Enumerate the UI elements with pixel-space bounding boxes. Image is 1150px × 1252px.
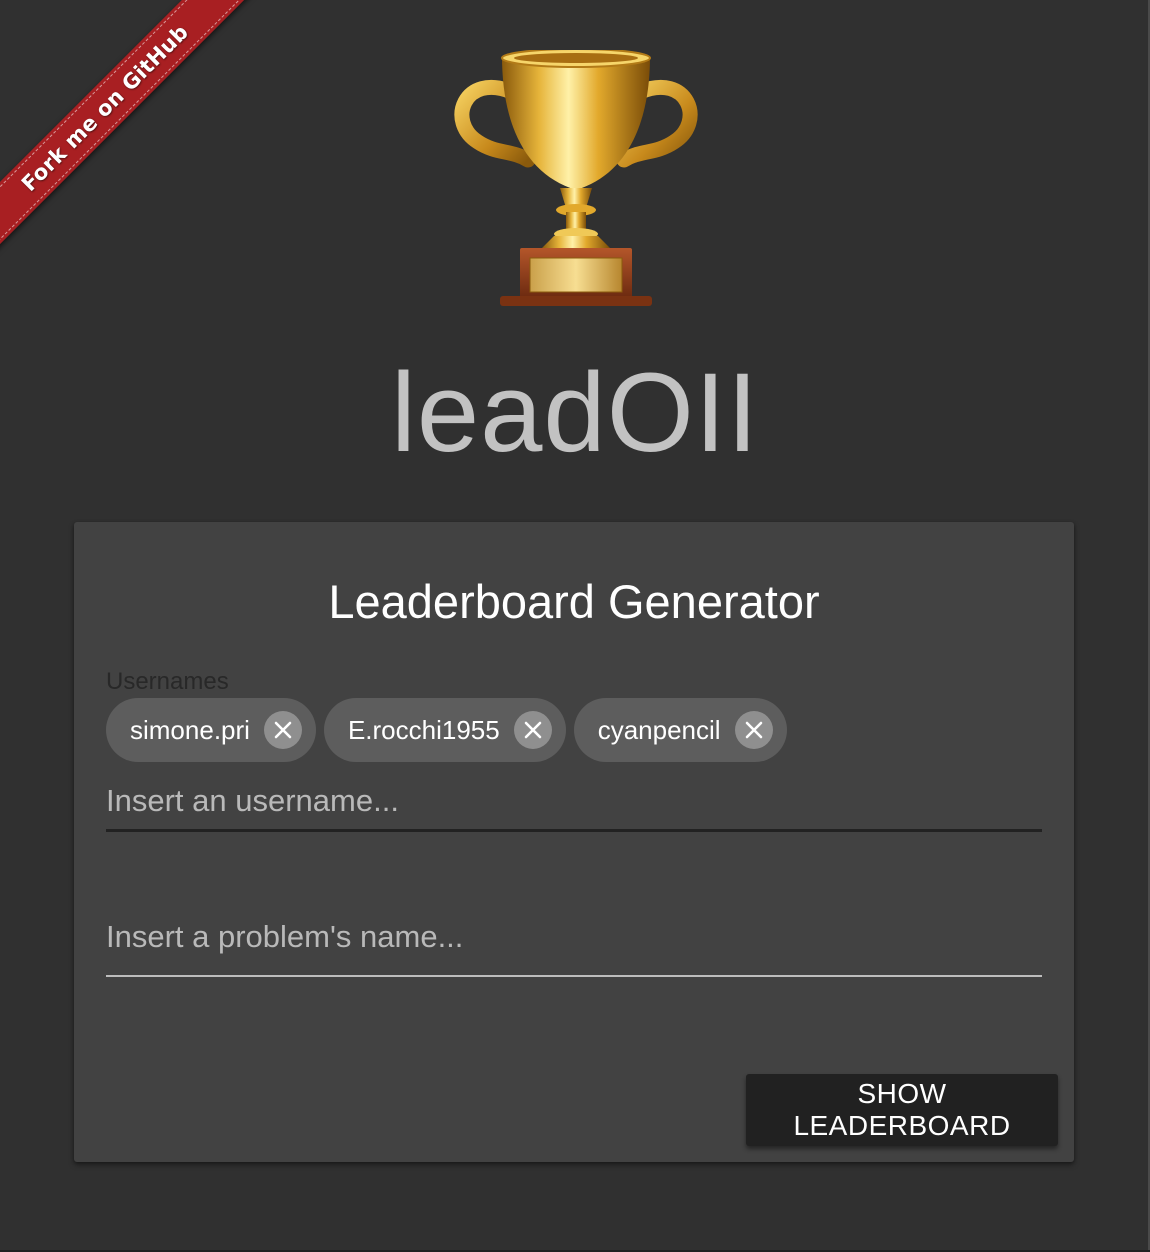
close-icon[interactable] [263, 711, 302, 749]
username-input[interactable] [106, 779, 1042, 823]
username-input-underline [106, 829, 1042, 832]
username-chips: simone.pri E.rocchi1955 cyanpencil [106, 698, 787, 762]
fork-on-github-ribbon[interactable]: Fork me on GitHub [0, 0, 262, 265]
username-chip[interactable]: E.rocchi1955 [323, 698, 566, 762]
chip-label: cyanpencil [597, 715, 721, 745]
usernames-label: Usernames [106, 668, 229, 695]
leaderboard-generator-card: Leaderboard Generator Usernames simone.p… [74, 522, 1074, 1162]
chip-label: E.rocchi1955 [347, 715, 500, 745]
chip-label: simone.pri [130, 715, 250, 745]
app-title: leadOII [390, 350, 760, 475]
card-title: Leaderboard Generator [328, 575, 820, 628]
problem-name-input[interactable] [106, 915, 1042, 959]
trophy-icon [454, 50, 698, 306]
close-icon[interactable] [513, 711, 552, 749]
show-leaderboard-button[interactable]: SHOW LEADERBOARD [746, 1074, 1058, 1146]
github-ribbon-wrapper: Fork me on GitHub [0, 0, 300, 300]
username-chip[interactable]: cyanpencil [573, 698, 787, 762]
ribbon-label: Fork me on GitHub [16, 19, 194, 197]
problem-input-underline [106, 975, 1042, 977]
page: Fork me on GitHub leadOII Leaderboard Ge… [0, 0, 1150, 1252]
close-icon[interactable] [734, 711, 773, 749]
username-chip[interactable]: simone.pri [106, 698, 316, 762]
